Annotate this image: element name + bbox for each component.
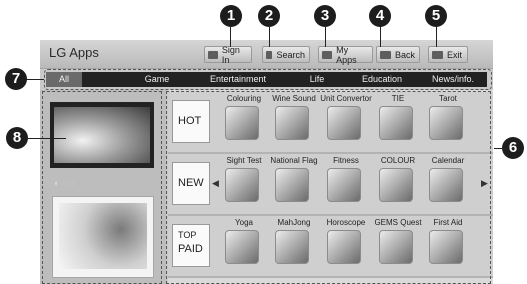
sign-in-label: Sign In [221, 44, 240, 65]
callout-line-6 [494, 148, 502, 149]
callout-line-1 [230, 27, 231, 47]
back-label: Back [394, 49, 415, 60]
my-apps-icon [322, 50, 333, 59]
tab-bar-highlight [44, 69, 492, 90]
sign-in-icon [208, 50, 218, 59]
my-apps-button[interactable]: My Apps [318, 44, 373, 65]
callout-line-7 [26, 79, 44, 80]
callout-1: 1 [220, 5, 242, 27]
exit-button[interactable]: Exit [428, 46, 468, 63]
callout-8: 8 [6, 127, 28, 149]
callout-6: 6 [502, 137, 524, 159]
my-apps-label: My Apps [336, 44, 357, 65]
search-label: Search [276, 49, 305, 60]
exit-label: Exit [447, 49, 463, 60]
callout-3: 3 [314, 5, 336, 27]
callout-5: 5 [425, 5, 447, 27]
callout-line-8 [28, 138, 66, 139]
callout-7: 7 [5, 68, 27, 90]
sign-in-button[interactable]: Sign In [204, 44, 252, 65]
callout-line-3 [325, 27, 326, 47]
callout-line-2 [269, 27, 270, 47]
back-icon [380, 50, 391, 59]
search-icon [266, 50, 273, 59]
search-button[interactable]: Search [262, 46, 310, 63]
callout-2: 2 [258, 5, 280, 27]
exit-icon [432, 50, 443, 59]
featured-pane-highlight [42, 91, 162, 284]
title-bar: LG Apps Sign In Search My Apps Back Exit [40, 40, 493, 69]
app-grid-highlight [166, 91, 491, 284]
back-button[interactable]: Back [376, 46, 420, 63]
callout-line-4 [380, 27, 381, 47]
callout-4: 4 [369, 5, 391, 27]
app-title: LG Apps [49, 45, 99, 60]
callout-line-5 [436, 27, 437, 47]
